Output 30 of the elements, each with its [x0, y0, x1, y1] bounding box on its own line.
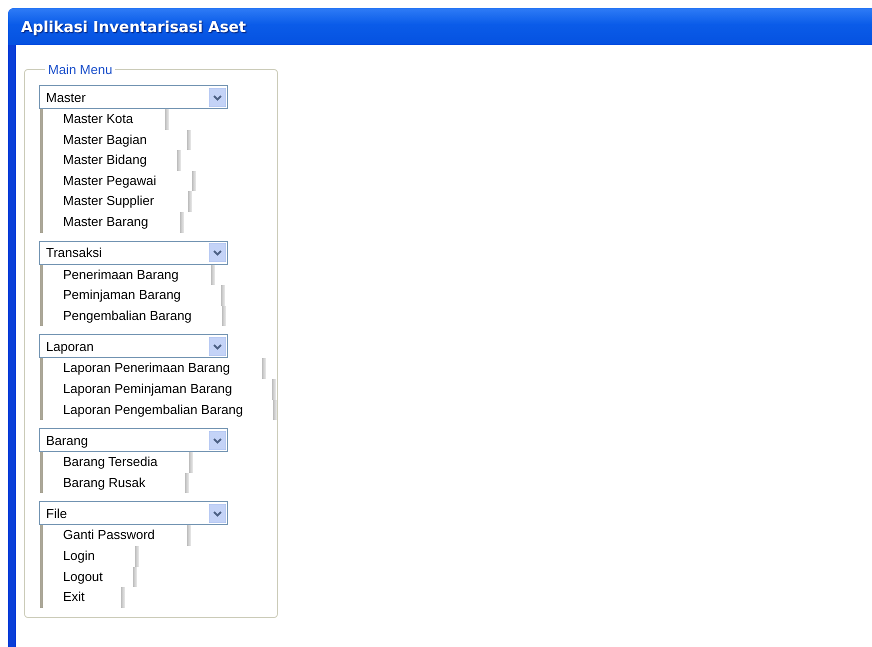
menu-item[interactable]: Laporan Penerimaan Barang: [43, 358, 230, 379]
menu-dropdown[interactable]: Master: [39, 85, 228, 109]
menu-item[interactable]: Master Supplier: [43, 191, 154, 212]
menu-item[interactable]: Master Barang: [43, 212, 148, 233]
dropdown-arrow-icon: [209, 430, 226, 450]
menu-item[interactable]: Logout: [43, 566, 103, 588]
menu-item[interactable]: Master Pegawai: [43, 170, 156, 192]
dropdown-arrow-icon: [209, 88, 226, 106]
menu-item[interactable]: Barang Rusak: [43, 472, 146, 494]
menu-item[interactable]: Master Bagian: [43, 130, 147, 150]
menu-item[interactable]: Master Kota: [43, 109, 134, 130]
window-title: Aplikasi Inventarisasi Aset: [8, 8, 872, 45]
dropdown-arrow-icon: [209, 504, 226, 523]
menu-item[interactable]: Laporan Peminjaman Barang: [43, 378, 232, 400]
menu-item[interactable]: Login: [43, 546, 95, 566]
menu-item[interactable]: Master Bidang: [43, 150, 147, 171]
dropdown-arrow-icon: [209, 336, 226, 356]
menu-item[interactable]: Exit: [43, 587, 85, 608]
menu-dropdown[interactable]: File: [39, 501, 228, 526]
menu-item[interactable]: Barang Tersedia: [43, 452, 158, 473]
menu-dropdown[interactable]: Barang: [39, 428, 228, 452]
menu-item[interactable]: Laporan Pengembalian Barang: [43, 400, 243, 420]
menu-item[interactable]: Penerimaan Barang: [43, 264, 179, 286]
menu-item[interactable]: Peminjaman Barang: [43, 285, 181, 306]
menu-item[interactable]: Pengembalian Barang: [43, 306, 192, 326]
dropdown-arrow-icon: [209, 243, 226, 262]
menu-item[interactable]: Ganti Password: [43, 525, 155, 546]
menu-dropdown[interactable]: Transaksi: [39, 240, 228, 265]
panel-legend: Main Menu: [45, 62, 116, 77]
menu-dropdown[interactable]: Laporan: [39, 334, 228, 358]
